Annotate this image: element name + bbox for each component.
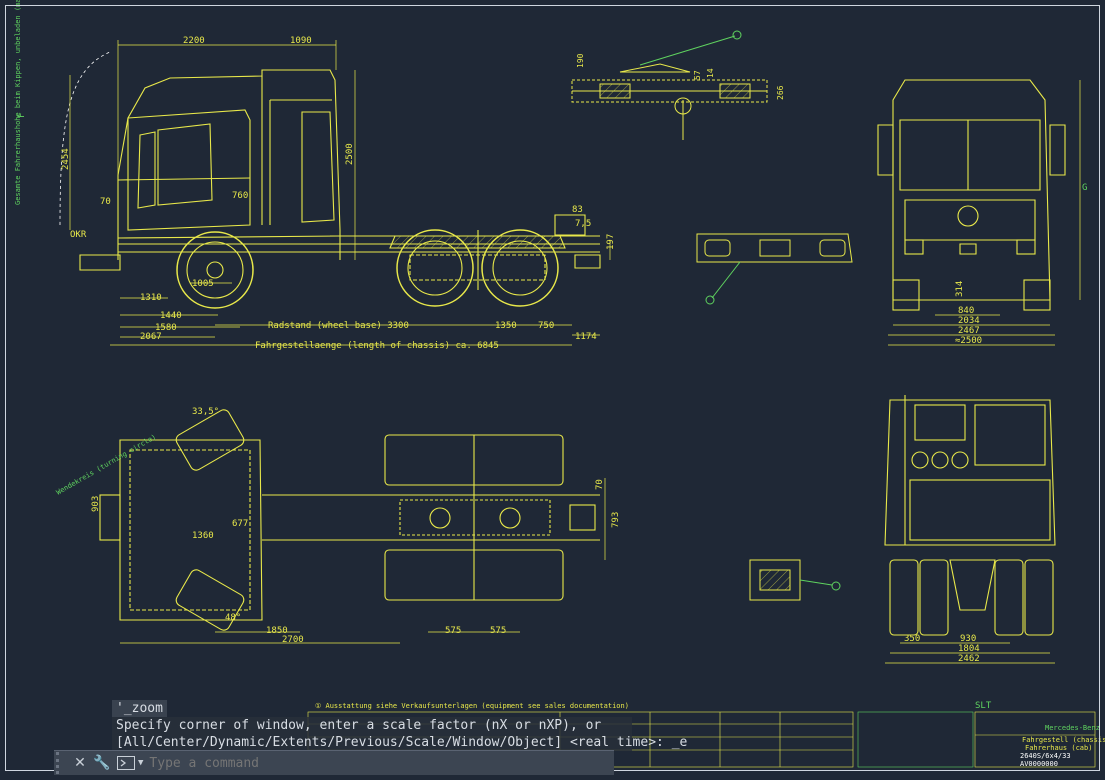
dim-314: 314 (955, 281, 965, 297)
hitch-detail (749, 559, 841, 601)
cad-drawing[interactable]: 2200 1090 2500 760 70 1005 1310 1440 158… (0, 0, 1105, 776)
front-view (877, 79, 1066, 311)
dim-14: 14 (706, 68, 715, 78)
dim-190: 190 (576, 53, 585, 68)
title-block-company: Mercedes-Benz (1045, 724, 1100, 732)
dim-677: 677 (232, 519, 248, 529)
command-history-line-1: Specify corner of window, enter a scale … (112, 717, 632, 734)
dim-750: 750 (538, 321, 554, 331)
command-input[interactable] (147, 754, 614, 772)
note-cab-tilt-height: Gesamte Fahrerhaushohe beim Kippen, unbe… (14, 0, 22, 205)
dim-2500-approx: ≈2500 (955, 336, 982, 346)
title-block-drawing-no: AV0000000 (1020, 760, 1058, 768)
label-f: F (17, 113, 27, 118)
fifth-wheel-detail (571, 30, 768, 140)
dim-70-top: 70 (595, 479, 605, 490)
command-history-head: '_zoom (112, 700, 167, 717)
dim-1174: 1174 (575, 332, 597, 342)
dim-48-deg: 48° (225, 613, 241, 623)
dim-2034: 2034 (958, 316, 980, 326)
dim-angle: 33,5° (192, 407, 219, 417)
command-prompt-button[interactable]: ▼ (117, 756, 143, 770)
dim-903: 903 (91, 496, 101, 512)
dim-1440: 1440 (160, 311, 182, 321)
dim-760: 760 (232, 191, 248, 201)
command-history: '_zoom Specify corner of window, enter a… (112, 700, 687, 751)
dim-2462: 2462 (958, 654, 980, 664)
close-icon[interactable]: ✕ (69, 752, 91, 774)
label-g: G (1082, 183, 1087, 193)
dim-1804: 1804 (958, 644, 980, 654)
dim-57: 57 (693, 70, 702, 80)
top-view (99, 409, 600, 631)
label-slt: SLT (975, 701, 992, 711)
dim-2454: 2454 (61, 148, 71, 170)
prompt-icon (117, 756, 135, 770)
drag-handle[interactable] (56, 752, 69, 774)
dim-840: 840 (958, 306, 974, 316)
rear-view (884, 395, 1056, 636)
dim-197: 197 (606, 234, 616, 250)
dim-2467: 2467 (958, 326, 980, 336)
dim-wheelbase: Radstand (wheel base) 3300 (268, 321, 409, 331)
side-view-labels: 2200 1090 2500 760 70 1005 1310 1440 158… (14, 0, 616, 351)
dim-1350: 1350 (495, 321, 517, 331)
dim-2067: 2067 (140, 332, 162, 342)
dim-266: 266 (776, 85, 785, 100)
note-turning-circle: Wendekreis (turning circle) (55, 433, 158, 497)
front-view-labels: 840 2034 2467 ≈2500 314 G (955, 183, 1087, 346)
dim-793: 793 (611, 512, 621, 528)
dim-1090: 1090 (290, 36, 312, 46)
dim-575-b: 575 (490, 626, 506, 636)
side-view (59, 51, 601, 309)
top-view-dimensions (120, 478, 606, 644)
top-view-labels: 33,5° 677 1360 1850 2700 575 575 48° 70 … (55, 407, 621, 645)
dim-2700: 2700 (282, 635, 304, 645)
rear-view-labels: 350 930 1804 2462 SLT (904, 634, 992, 711)
dim-chassis-length: Fahrgestellaenge (length of chassis) ca.… (255, 341, 499, 351)
title-block-title1: Fahrgestell (chassis) (1022, 736, 1105, 744)
title-block-title2: Fahrerhaus (cab) (1025, 744, 1092, 752)
command-bar: ✕ 🔧 ▼ (54, 750, 614, 775)
wrench-icon[interactable]: 🔧 (91, 752, 113, 774)
dim-930: 930 (960, 634, 976, 644)
chevron-down-icon: ▼ (138, 758, 144, 768)
dim-83: 83 (572, 205, 583, 215)
drawing-canvas[interactable]: 2200 1090 2500 760 70 1005 1310 1440 158… (0, 0, 1105, 776)
dim-2500: 2500 (345, 143, 355, 165)
label-okr: OKR (70, 230, 87, 240)
dim-2200: 2200 (183, 36, 205, 46)
dim-1005: 1005 (192, 279, 214, 289)
dim-575-a: 575 (445, 626, 461, 636)
dim-350: 350 (904, 634, 920, 644)
command-history-line-2: [All/Center/Dynamic/Extents/Previous/Sca… (112, 734, 687, 751)
dim-1360: 1360 (192, 531, 214, 541)
title-block-model: 2640S/6x4/33 (1020, 752, 1071, 760)
dim-7-5: 7,5 (575, 219, 591, 229)
cross-member-detail (696, 233, 853, 305)
dim-1310: 1310 (140, 293, 162, 303)
dim-70: 70 (100, 197, 111, 207)
